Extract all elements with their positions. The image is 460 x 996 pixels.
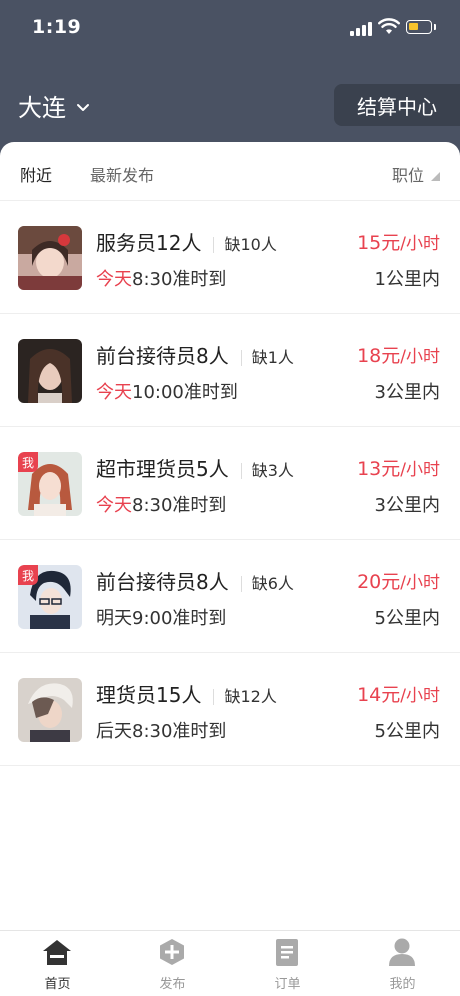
avatar [18, 678, 82, 742]
tab-nearby[interactable]: 附近 [20, 162, 52, 186]
filter-bar: 附近 最新发布 职位 [0, 142, 460, 200]
job-distance: 5公里内 [374, 721, 440, 742]
job-list-item[interactable]: 前台接待员8人 缺1人 今天10:00准时到 18元/小时 3公里内 [0, 313, 460, 426]
home-icon [43, 940, 71, 965]
wifi-icon [378, 18, 400, 34]
job-shortage: 缺1人 [251, 348, 294, 367]
job-start-time: 今天8:30准时到 [96, 269, 227, 290]
job-list-item[interactable]: 服务员12人 缺10人 今天8:30准时到 15元/小时 1公里内 [0, 200, 460, 313]
job-list-item[interactable]: 我 前台接待员8人 缺6人 明天9:00准时到 20元/小时 5公里内 [0, 539, 460, 652]
plus-hexagon-icon [160, 939, 184, 965]
settlement-center-button[interactable]: 结算中心 [334, 84, 460, 126]
job-title: 服务员12人 缺10人 [96, 231, 277, 255]
main-content: 附近 最新发布 职位 服务员12人 缺10人 今天8:30准时到 15元/小时 1… [0, 142, 460, 996]
job-shortage: 缺3人 [251, 461, 294, 480]
dropdown-triangle-icon [431, 172, 440, 181]
job-wage: 15元/小时 [357, 232, 440, 254]
user-icon [389, 938, 415, 966]
avatar: 我 [18, 565, 82, 629]
job-wage: 14元/小时 [357, 684, 440, 706]
tab-mine[interactable]: 我的 [345, 931, 460, 996]
tab-home-label: 首页 [44, 977, 71, 992]
job-list: 服务员12人 缺10人 今天8:30准时到 15元/小时 1公里内 前台接待员8人… [0, 200, 460, 766]
signal-icon [350, 22, 372, 36]
job-title: 前台接待员8人 缺6人 [96, 570, 294, 594]
tab-orders-label: 订单 [274, 977, 301, 992]
job-list-item[interactable]: 理货员15人 缺12人 后天8:30准时到 14元/小时 5公里内 [0, 652, 460, 765]
tab-orders[interactable]: 订单 [230, 931, 345, 996]
job-distance: 3公里内 [374, 382, 440, 403]
tab-mine-label: 我的 [389, 977, 416, 992]
status-bar: 1:19 [0, 0, 460, 56]
job-wage: 18元/小时 [357, 345, 440, 367]
tab-home[interactable]: 首页 [0, 931, 115, 996]
job-wage: 20元/小时 [357, 571, 440, 593]
mine-badge: 我 [18, 452, 38, 472]
job-start-time: 后天8:30准时到 [96, 721, 227, 742]
clipboard-icon [276, 939, 298, 966]
city-selector[interactable]: 大连 [18, 88, 90, 123]
job-shortage: 缺10人 [224, 235, 277, 254]
job-shortage: 缺6人 [251, 574, 294, 593]
job-distance: 3公里内 [374, 495, 440, 516]
battery-icon [406, 20, 436, 34]
tab-latest[interactable]: 最新发布 [90, 162, 154, 186]
avatar [18, 339, 82, 403]
job-wage: 13元/小时 [357, 458, 440, 480]
avatar: 我 [18, 452, 82, 516]
bottom-tab-bar: 首页 发布 订单 我的 [0, 930, 460, 996]
job-title: 前台接待员8人 缺1人 [96, 344, 294, 368]
tab-publish-label: 发布 [159, 977, 186, 992]
job-title: 理货员15人 缺12人 [96, 683, 277, 707]
tab-publish[interactable]: 发布 [115, 931, 230, 996]
list-divider [0, 765, 460, 766]
status-icons [350, 18, 440, 38]
city-label: 大连 [18, 94, 66, 122]
job-start-time: 明天9:00准时到 [96, 608, 227, 629]
chevron-down-icon [77, 103, 89, 111]
status-time: 1:19 [32, 16, 82, 38]
position-filter[interactable]: 职位 [392, 162, 424, 186]
job-list-item[interactable]: 我 超市理货员5人 缺3人 今天8:30准时到 13元/小时 3公里内 [0, 426, 460, 539]
job-title: 超市理货员5人 缺3人 [96, 457, 294, 481]
job-shortage: 缺12人 [224, 687, 277, 706]
job-distance: 1公里内 [374, 269, 440, 290]
job-start-time: 今天8:30准时到 [96, 495, 227, 516]
header: 1:19 大连 结算中心 [0, 0, 460, 160]
job-start-time: 今天10:00准时到 [96, 382, 238, 403]
avatar [18, 226, 82, 290]
mine-badge: 我 [18, 565, 38, 585]
job-distance: 5公里内 [374, 608, 440, 629]
